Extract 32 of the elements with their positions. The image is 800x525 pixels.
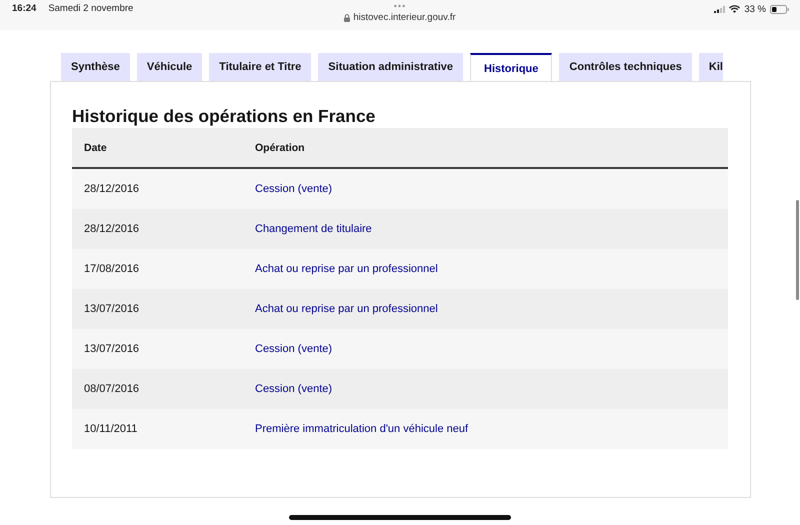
tab[interactable]: Synthèse <box>61 53 130 81</box>
operation-link[interactable]: Achat ou reprise par un professionnel <box>255 303 438 315</box>
date-cell: 10/11/2011 <box>84 423 138 435</box>
tab[interactable]: Situation administrative <box>318 53 463 81</box>
clock-time: 16:24 <box>12 3 36 14</box>
date-cell: 17/08/2016 <box>84 263 140 275</box>
operation-link[interactable]: Cession (vente) <box>255 383 332 395</box>
battery-icon <box>770 4 789 14</box>
signal-icon <box>714 6 726 12</box>
section-title: Historique des opérations en France <box>72 105 376 128</box>
column-header: Date <box>83 142 108 154</box>
date-cell: 28/12/2016 <box>84 183 140 195</box>
lock-icon <box>344 14 350 22</box>
operation-link[interactable]: Première immatriculation d'un véhicule neuf <box>255 423 468 435</box>
tab[interactable]: Titulaire et Titre <box>209 53 312 81</box>
tab[interactable]: Contrôles techniques <box>559 53 692 81</box>
url-address[interactable]: histovec.interieur.gouv.fr <box>353 12 456 23</box>
operation-link[interactable]: Cession (vente) <box>255 183 332 195</box>
date-cell: 13/07/2016 <box>84 303 140 315</box>
battery-percent: 33 % <box>744 4 766 14</box>
tab[interactable]: Kil <box>698 53 723 81</box>
operation-link[interactable]: Achat ou reprise par un professionnel <box>255 263 438 275</box>
date-cell: 13/07/2016 <box>84 343 140 355</box>
operation-link[interactable]: Changement de titulaire <box>255 223 372 235</box>
tab[interactable]: Véhicule <box>136 53 202 81</box>
column-header: Opération <box>254 142 306 154</box>
operation-link[interactable]: Cession (vente) <box>255 343 332 355</box>
date-cell: 28/12/2016 <box>84 223 140 235</box>
date-cell: 08/07/2016 <box>84 383 140 395</box>
wifi-icon <box>729 5 740 13</box>
tab[interactable]: Historique <box>470 53 552 81</box>
status-date: Samedi 2 novembre <box>48 3 134 14</box>
